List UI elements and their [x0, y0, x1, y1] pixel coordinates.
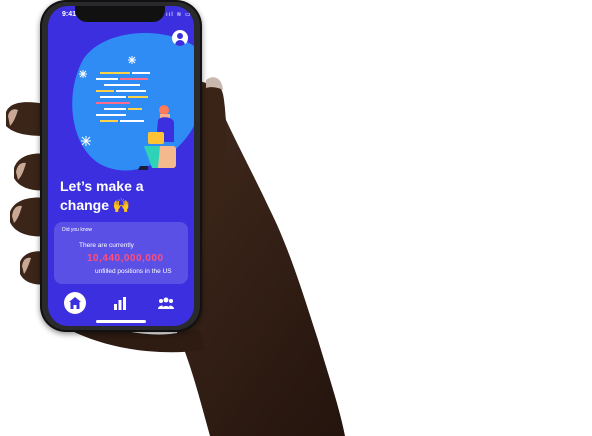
bottom-tab-bar: [48, 288, 194, 320]
fact-card-line2: unfilled positions in the US: [95, 268, 172, 275]
user-circle-icon[interactable]: [172, 30, 188, 46]
bar-chart-icon: [114, 297, 126, 310]
status-time: 9:41: [62, 11, 77, 18]
fact-card-title: Did you know: [62, 227, 93, 233]
fact-card[interactable]: Did you know There are currently 10,440,…: [54, 222, 188, 284]
phone-notch: [75, 6, 165, 22]
status-indicators: ııl ≋ ▭: [166, 12, 192, 18]
people-icon: [158, 297, 174, 309]
tab-home[interactable]: [64, 292, 86, 314]
headline: Let’s make a change 🙌: [60, 178, 144, 213]
avatar-body: [175, 40, 185, 46]
fact-card-line1: There are currently: [79, 242, 134, 249]
home-indicator[interactable]: [96, 320, 146, 323]
tab-stats[interactable]: [109, 292, 131, 314]
product-mockup: 9:41 ııl ≋ ▭ Let’s make a change 🙌 Did y…: [0, 0, 592, 436]
fact-card-number: 10,440,000,000: [87, 253, 164, 264]
home-icon: [69, 297, 81, 309]
avatar-head: [177, 33, 183, 39]
tab-team[interactable]: [155, 292, 177, 314]
